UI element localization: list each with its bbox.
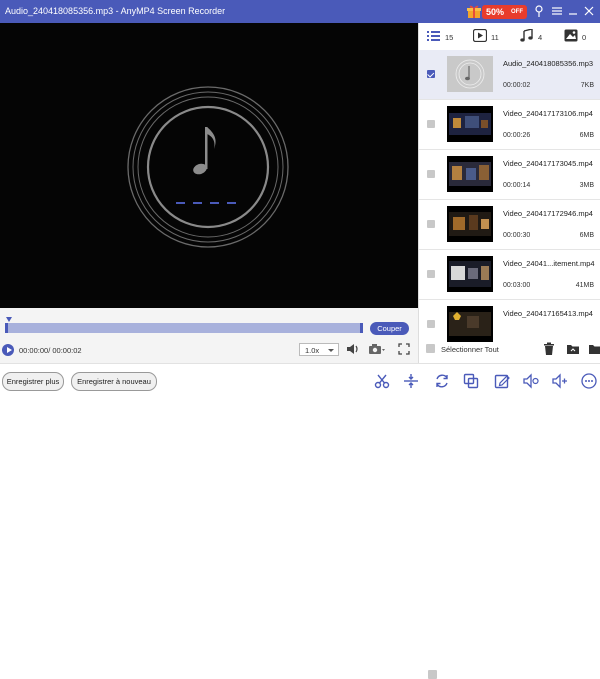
chevron-down-icon	[328, 349, 334, 352]
pin-icon[interactable]	[533, 5, 545, 17]
play-button[interactable]	[2, 344, 14, 356]
tab-all-count: 15	[445, 33, 454, 42]
item-checkbox[interactable]	[427, 70, 435, 78]
list-item[interactable]: Video_24041...itement.mp4 00:03:00 41MB	[419, 250, 600, 300]
scissors-icon[interactable]	[374, 373, 390, 389]
item-duration: 00:00:30	[503, 232, 531, 239]
promo-pill: 50% OFF	[482, 5, 527, 19]
video-thumbnail	[447, 256, 493, 292]
music-note-icon	[193, 127, 216, 175]
item-filename: Video_24041...itement.mp4	[503, 259, 595, 268]
menu-icon[interactable]	[551, 5, 563, 17]
item-checkbox[interactable]	[427, 220, 435, 228]
edit-icon[interactable]	[494, 373, 510, 389]
item-checkbox[interactable]	[427, 270, 435, 278]
tab-audio[interactable]: 4	[520, 29, 550, 43]
video-thumbnail	[447, 156, 493, 192]
close-icon[interactable]	[583, 5, 595, 17]
item-checkbox[interactable]	[427, 170, 435, 178]
recording-list: Audio_240418085356.mp3 00:00:02 7KB Vide…	[419, 50, 600, 348]
item-size: 41MB	[575, 282, 594, 289]
volume-icon[interactable]	[346, 343, 360, 355]
audio-thumbnail	[447, 56, 493, 92]
fullscreen-icon[interactable]	[398, 343, 410, 355]
more-icon[interactable]	[581, 373, 597, 389]
merge-icon[interactable]	[463, 373, 479, 389]
minimize-icon[interactable]	[567, 5, 579, 17]
item-filename: Video_240417173106.mp4	[503, 109, 593, 118]
item-duration: 00:00:26	[503, 132, 531, 139]
volume-adjust-icon[interactable]	[523, 373, 539, 389]
speed-value: 1.0x	[305, 346, 320, 355]
playhead-marker[interactable]	[6, 317, 12, 322]
list-item[interactable]: Audio_240418085356.mp3 00:00:02 7KB	[419, 50, 600, 100]
promo-percent: 50%	[486, 7, 505, 17]
open-folder-icon[interactable]	[588, 342, 600, 356]
list-icon	[427, 31, 440, 41]
item-filename: Video_240417165413.mp4	[503, 309, 593, 318]
playback-controls: Couper 00:00:00/ 00:00:02 1.0x	[0, 308, 418, 363]
gift-icon	[467, 5, 481, 18]
tab-images-count: 0	[582, 33, 587, 42]
item-checkbox[interactable]	[427, 120, 435, 128]
tab-all[interactable]: 15	[427, 29, 467, 43]
select-all-checkbox[interactable]	[428, 670, 437, 679]
title-bar: Audio_240418085356.mp3 - AnyMP4 Screen R…	[0, 0, 600, 23]
item-size: 6MB	[579, 132, 594, 139]
item-size: 6MB	[579, 232, 594, 239]
tab-video-count: 11	[491, 33, 499, 42]
trim-selection[interactable]	[5, 323, 363, 333]
time-display: 00:00:00/ 00:00:02	[19, 346, 82, 355]
speed-select[interactable]: 1.0x	[299, 343, 339, 356]
item-duration: 00:00:14	[503, 182, 531, 189]
list-item[interactable]: Video_240417172946.mp4 00:00:30 6MB	[419, 200, 600, 250]
timeline-track[interactable]	[5, 323, 363, 333]
media-player[interactable]	[0, 23, 418, 308]
list-item[interactable]: Video_240417173106.mp4 00:00:26 6MB	[419, 100, 600, 150]
image-icon	[564, 29, 578, 42]
bottom-toolbar: Enregistrer plus Enregistrer à nouveau	[0, 363, 600, 400]
item-size: 3MB	[579, 182, 594, 189]
tab-video[interactable]: 11	[473, 29, 509, 43]
list-item[interactable]: Video_240417165413.mp4	[419, 300, 600, 348]
folder-icon[interactable]	[566, 342, 580, 356]
select-all-checkbox[interactable]	[426, 344, 435, 353]
item-duration: 00:00:02	[503, 82, 531, 89]
record-again-button[interactable]: Enregistrer à nouveau	[71, 372, 157, 391]
select-all-label: Sélectionner Tout	[441, 345, 499, 354]
item-filename: Audio_240418085356.mp3	[503, 59, 594, 68]
item-filename: Video_240417172946.mp4	[503, 209, 593, 218]
video-thumbnail	[447, 106, 493, 142]
tab-audio-count: 4	[538, 33, 543, 42]
recording-history-panel: 15 11 4 0 Audio_240418085356.mp3 00:00:0…	[418, 23, 600, 679]
audio-visualizer	[127, 86, 289, 248]
item-checkbox[interactable]	[427, 320, 435, 328]
list-item[interactable]: Video_240417173045.mp4 00:00:14 3MB	[419, 150, 600, 200]
promo-badge[interactable]: 50% OFF	[467, 4, 527, 19]
item-filename: Video_240417173045.mp4	[503, 159, 593, 168]
trash-icon[interactable]	[542, 342, 556, 356]
media-filter-tabs: 15 11 4 0	[419, 23, 600, 50]
camera-icon[interactable]	[368, 343, 386, 355]
cut-button[interactable]: Couper	[370, 322, 409, 335]
promo-suffix: OFF	[511, 9, 523, 15]
volume-boost-icon[interactable]	[552, 373, 568, 389]
item-duration: 00:03:00	[503, 282, 531, 289]
record-more-button[interactable]: Enregistrer plus	[2, 372, 64, 391]
video-icon	[473, 29, 487, 42]
window-title: Audio_240418085356.mp3 - AnyMP4 Screen R…	[5, 6, 226, 16]
tab-images[interactable]: 0	[564, 29, 596, 43]
convert-icon[interactable]	[434, 373, 450, 389]
video-thumbnail	[447, 306, 493, 342]
music-icon	[520, 29, 533, 42]
item-size: 7KB	[580, 82, 594, 89]
align-icon[interactable]	[403, 373, 419, 389]
video-thumbnail	[447, 206, 493, 242]
